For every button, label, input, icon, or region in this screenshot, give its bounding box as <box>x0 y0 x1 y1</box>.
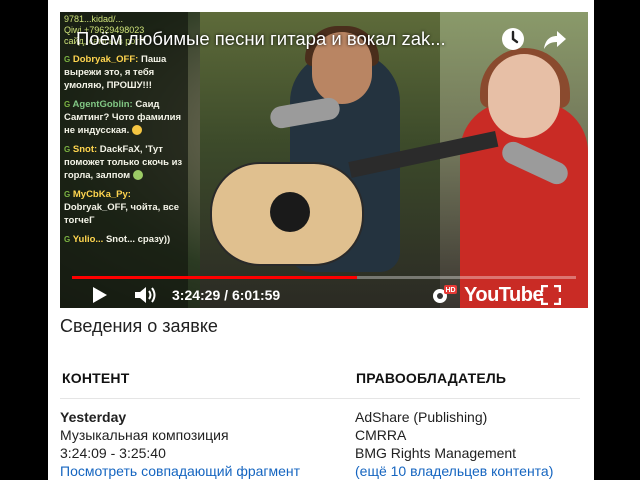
content-time-range: 3:24:09 - 3:25:40 <box>60 445 166 461</box>
progress-bar[interactable] <box>72 276 576 279</box>
current-time: 3:24:29 <box>172 287 221 303</box>
settings-icon[interactable]: HD <box>428 282 458 308</box>
chat-badge: G <box>64 100 71 109</box>
play-icon[interactable] <box>90 282 110 308</box>
chat-badge: G <box>64 235 71 244</box>
chat-text: Snot... сразу)) <box>105 234 171 245</box>
time-display: 3:24:29 / 6:01:59 <box>172 287 280 303</box>
chat-username: Dobryak_OFF: <box>72 54 139 65</box>
hd-badge: HD <box>445 287 455 294</box>
emoji-icon <box>131 125 142 136</box>
claim-details-heading: Сведения о заявке <box>60 316 218 336</box>
chat-username: Snot: <box>72 144 98 155</box>
chat-username: MyCbKa_Py: <box>72 189 131 200</box>
divider <box>60 398 580 399</box>
chat-message: G Dobryak_OFF: Паша вырежи это, я тебя у… <box>64 53 184 92</box>
chat-badge: G <box>64 190 71 199</box>
chat-message: G AgentGoblin: Саид Самтинг? Чото фамили… <box>64 98 184 137</box>
owner-name: BMG Rights Management <box>355 445 517 461</box>
content-column-header: КОНТЕНТ <box>62 370 130 386</box>
volume-icon[interactable] <box>132 282 158 308</box>
chat-message: G Snot: DackFaX, 'Тут поможет только ско… <box>64 143 184 182</box>
stream-chat-overlay: 9781...kidad/... Qiwi +79629498023 сайд,… <box>60 12 188 308</box>
view-matching-segment-link[interactable]: Посмотреть совпадающий фрагмент <box>60 463 300 480</box>
owner-name: AdShare (Publishing) <box>355 409 488 425</box>
video-title[interactable]: Поём любимые песни гитара и вокал zak... <box>76 28 496 50</box>
guitar-soundhole <box>270 192 310 232</box>
content-type: Музыкальная композиция <box>60 427 229 443</box>
more-owners-link[interactable]: (ещё 10 владельцев контента) <box>355 463 553 480</box>
chat-header-line: 9781...kidad/... <box>64 14 124 24</box>
chat-message: G Yulio... Snot... сразу)) <box>64 233 184 246</box>
watch-later-icon[interactable] <box>500 26 526 52</box>
content-date: Yesterday <box>60 409 127 425</box>
chat-message: G MyCbKa_Py: Dobryak_OFF, чойта, все тог… <box>64 188 184 227</box>
chat-badge: G <box>64 55 71 64</box>
claim-details-page: 9781...kidad/... Qiwi +79629498023 сайд,… <box>48 0 594 480</box>
fullscreen-icon[interactable] <box>540 282 562 308</box>
duration: 6:01:59 <box>231 287 281 303</box>
progress-fill <box>72 276 357 279</box>
owner-name: CMRRA <box>355 427 407 443</box>
chat-badge: G <box>64 145 71 154</box>
chat-text: Dobryak_OFF, чойта, все тогчеГ <box>64 202 180 226</box>
youtube-logo[interactable]: YouTube <box>464 284 544 307</box>
chat-username: Yulio... <box>72 234 104 245</box>
owner-column-header: ПРАВООБЛАДАТЕЛЬ <box>356 370 507 386</box>
time-separator: / <box>224 287 229 303</box>
video-player[interactable]: 9781...kidad/... Qiwi +79629498023 сайд,… <box>60 12 588 308</box>
chat-username: AgentGoblin: <box>72 99 133 110</box>
emoji-icon <box>132 170 143 181</box>
share-icon[interactable] <box>542 26 568 52</box>
singer-head <box>488 54 560 138</box>
player-controls: 3:24:29 / 6:01:59 HD YouTube <box>60 282 588 308</box>
